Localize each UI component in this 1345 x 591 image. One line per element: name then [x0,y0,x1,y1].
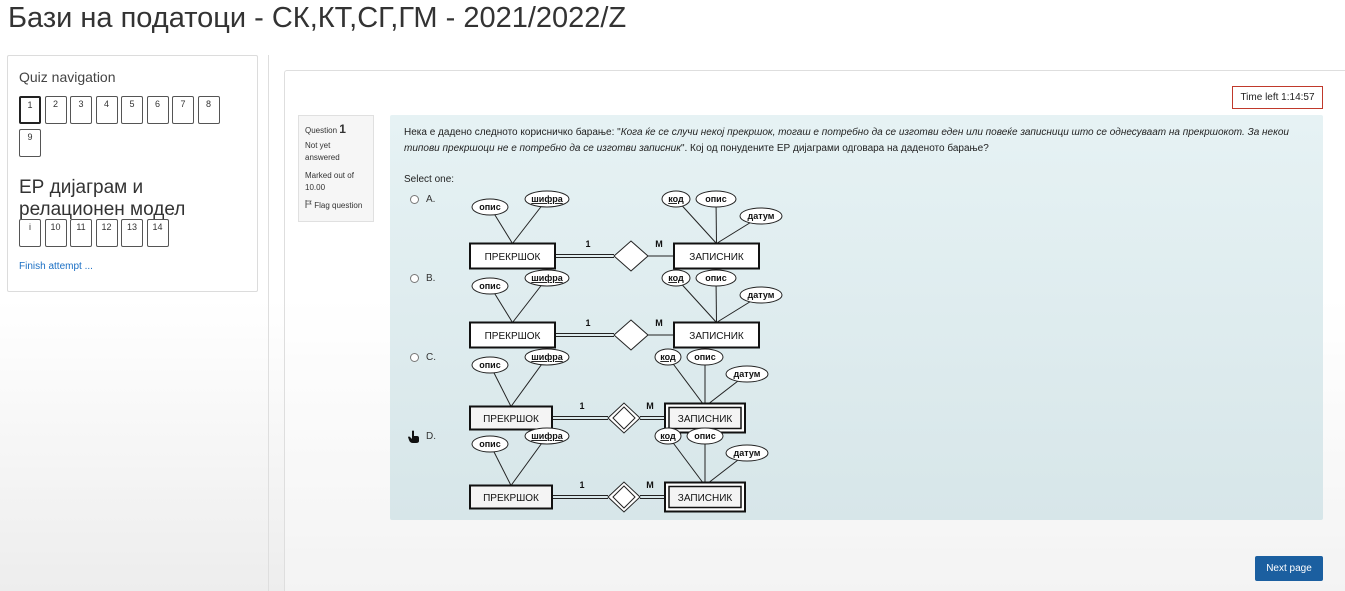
attribute-label: опис [479,281,500,291]
question-text-prefix: Нека е дадено следното корисничко барање… [404,127,621,138]
section-title: ЕР дијаграм и релационен модел [19,177,186,220]
quiz-navigation-block: Quiz navigation 12345678 9 ЕР дијаграм и… [7,55,258,292]
entity-label: ЗАПИСНИК [689,331,744,342]
quiz-nav-button[interactable]: 14 [146,219,169,247]
question-number: 1 [339,122,346,136]
quiz-nav-button[interactable]: 12 [95,219,118,247]
quiz-nav-button[interactable]: 13 [121,219,143,247]
entity-label: ЗАПИСНИК [689,252,744,263]
question-text: Нека е дадено следното корисничко барање… [404,125,1309,157]
attribute-label: опис [479,202,500,212]
quiz-navigation-title: Quiz navigation [19,69,116,85]
entity-label: ПРЕКРШОК [485,331,541,342]
entity-label: ЗАПИСНИК [678,414,733,425]
cardinality-label: M [646,401,654,411]
attribute-label: опис [479,360,500,370]
cardinality-label: M [655,239,663,249]
attribute-label: шифра [531,194,563,204]
attribute-label: шифра [531,273,563,283]
question-text-suffix: ". Кој од понудените ЕР дијаграми одгова… [680,143,989,154]
attribute-label: опис [694,352,715,362]
flag-icon [305,200,312,208]
quiz-nav-button[interactable]: 9 [19,129,41,157]
attribute-label: шифра [531,352,563,362]
cardinality-label: 1 [579,480,584,490]
attribute-label: опис [705,194,726,204]
next-page-button[interactable]: Next page [1255,556,1323,581]
answer-option-label: D. [426,431,436,442]
question-text-box: Нека е дадено следното корисничко барање… [390,115,1323,520]
attribute-label: датум [734,369,761,379]
flag-question-label: Flag question [314,201,363,210]
entity-label: ПРЕКРШОК [483,414,539,425]
quiz-nav-button[interactable]: 2 [44,96,67,124]
quiz-nav-button[interactable]: i [19,219,41,247]
answer-radio[interactable] [410,353,419,362]
cardinality-label: M [655,318,663,328]
question-state: Not yet answered [305,141,340,162]
attribute-label: опис [694,431,715,441]
quiz-nav-button[interactable]: 3 [70,96,92,124]
page-title: Бази на податоци - СК,КТ,СГ,ГМ - 2021/20… [8,2,627,34]
quiz-nav-button[interactable]: 7 [172,96,194,124]
attribute-label: датум [748,290,775,300]
answer-option-label: A. [426,194,436,205]
flag-question-button[interactable]: Flag question [305,200,367,210]
answer-option-label: B. [426,273,436,284]
answer-radio[interactable] [410,274,419,283]
select-one-label: Select one: [404,174,455,185]
entity-label: ЗАПИСНИК [678,493,733,504]
attribute-label: код [660,352,676,362]
quiz-nav-button[interactable]: 11 [70,219,92,247]
attribute-label: опис [479,439,500,449]
cardinality-label: 1 [585,239,590,249]
cardinality-label: M [646,480,654,490]
entity-label: ПРЕКРШОК [483,493,539,504]
attribute-label: опис [705,273,726,283]
time-left-timer: Time left 1:14:57 [1232,86,1323,109]
entity-label: ПРЕКРШОК [485,252,541,263]
answer-radio[interactable] [410,195,419,204]
attribute-label: код [668,194,684,204]
column-divider [268,55,269,591]
attribute-label: шифра [531,431,563,441]
question-grade: Marked out of 10.00 [305,171,354,192]
quiz-nav-button[interactable]: 4 [95,96,118,124]
quiz-nav-button[interactable]: 8 [197,96,220,124]
cardinality-label: 1 [585,318,590,328]
attribute-label: код [660,431,676,441]
attribute-label: датум [748,211,775,221]
quiz-nav-button[interactable]: 5 [121,96,143,124]
question-info: Question 1 Not yet answered Marked out o… [298,115,374,222]
attribute-label: код [668,273,684,283]
attribute-label: датум [734,448,761,458]
quiz-nav-button[interactable]: 6 [146,96,169,124]
quiz-nav-button[interactable]: 1 [19,96,41,124]
question-label: Question [305,126,338,135]
quiz-nav-button[interactable]: 10 [44,219,67,247]
finish-attempt-link[interactable]: Finish attempt ... [19,261,93,272]
relationship-diamond [613,240,649,272]
cardinality-label: 1 [579,401,584,411]
er-diagram: опис шифра код опис датум 1 M ПРЕКРШОК ЗАПИСНИК [469,427,769,513]
relationship-diamond [613,319,649,351]
hand-cursor-icon [408,430,419,443]
answer-option-label: C. [426,352,436,363]
